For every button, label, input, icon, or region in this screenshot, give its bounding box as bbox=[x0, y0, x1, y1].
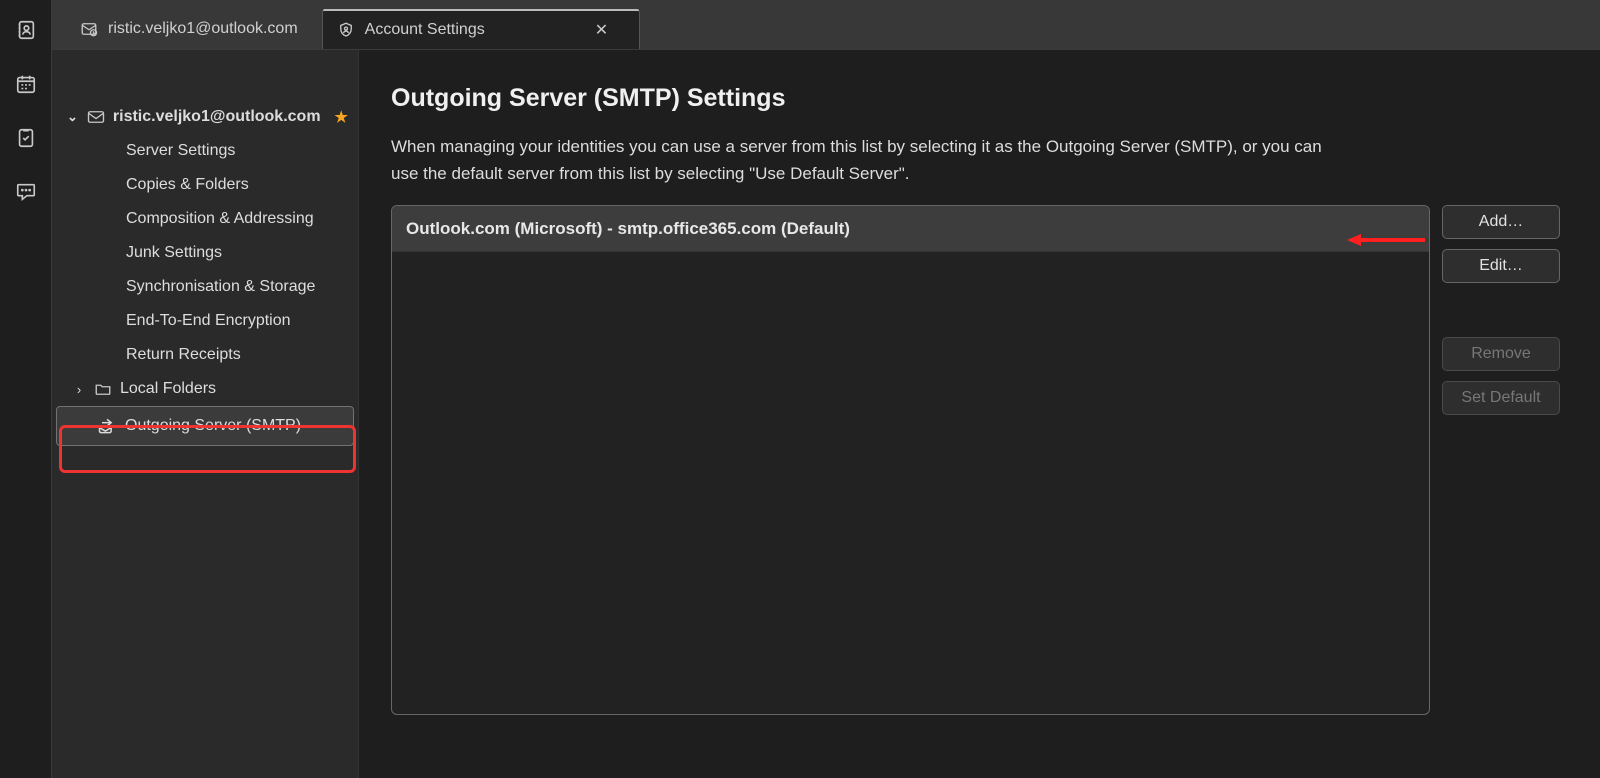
content-row: ⌄ ristic.veljko1@outlook.com ★ Server Se… bbox=[52, 50, 1600, 778]
tree-account-label: ristic.veljko1@outlook.com bbox=[113, 108, 321, 126]
calendar-icon[interactable] bbox=[14, 72, 38, 96]
button-label: Edit… bbox=[1479, 257, 1523, 275]
tree-item-outgoing-smtp[interactable]: Outgoing Server (SMTP) bbox=[56, 406, 354, 446]
button-label: Add… bbox=[1479, 213, 1523, 231]
right-pane: ristic.veljko1@outlook.com Account Setti… bbox=[52, 0, 1600, 778]
account-tree: ⌄ ristic.veljko1@outlook.com ★ Server Se… bbox=[52, 100, 358, 446]
mail-account-icon bbox=[87, 110, 105, 124]
button-label: Set Default bbox=[1461, 389, 1540, 407]
tree-item-label: Server Settings bbox=[126, 142, 235, 160]
address-book-icon[interactable] bbox=[14, 18, 38, 42]
button-spacer bbox=[1442, 293, 1560, 327]
app-root: ristic.veljko1@outlook.com Account Setti… bbox=[0, 0, 1600, 778]
spaces-toolbar bbox=[0, 0, 52, 778]
button-label: Remove bbox=[1471, 345, 1531, 363]
chevron-right-icon: › bbox=[72, 382, 86, 397]
page-title: Outgoing Server (SMTP) Settings bbox=[391, 84, 1560, 113]
tree-account-root[interactable]: ⌄ ristic.veljko1@outlook.com ★ bbox=[52, 100, 358, 134]
edit-button[interactable]: Edit… bbox=[1442, 249, 1560, 283]
tab-settings-label: Account Settings bbox=[365, 21, 485, 39]
account-tree-sidebar: ⌄ ristic.veljko1@outlook.com ★ Server Se… bbox=[52, 50, 359, 778]
tree-item-sync-storage[interactable]: Synchronisation & Storage bbox=[52, 270, 358, 304]
smtp-button-column: Add… Edit… Remove Set Default bbox=[1442, 205, 1560, 715]
tab-strip: ristic.veljko1@outlook.com Account Setti… bbox=[52, 0, 1600, 50]
tab-mail-account[interactable]: ristic.veljko1@outlook.com bbox=[66, 9, 316, 49]
smtp-server-list[interactable]: Outlook.com (Microsoft) - smtp.office365… bbox=[391, 205, 1430, 715]
tab-close-button[interactable]: ✕ bbox=[595, 20, 608, 40]
default-account-star-icon: ★ bbox=[335, 108, 348, 126]
tree-item-e2e-encryption[interactable]: End-To-End Encryption bbox=[52, 304, 358, 338]
remove-button[interactable]: Remove bbox=[1442, 337, 1560, 371]
outgoing-server-icon bbox=[97, 417, 117, 435]
account-shield-icon bbox=[337, 21, 355, 39]
tab-account-settings[interactable]: Account Settings ✕ bbox=[322, 9, 640, 49]
mail-account-icon bbox=[80, 20, 98, 38]
chat-icon[interactable] bbox=[14, 180, 38, 204]
tree-item-local-folders[interactable]: › Local Folders bbox=[52, 372, 358, 406]
tasks-icon[interactable] bbox=[14, 126, 38, 150]
set-default-button[interactable]: Set Default bbox=[1442, 381, 1560, 415]
chevron-down-icon: ⌄ bbox=[66, 109, 79, 125]
tree-item-label: Junk Settings bbox=[126, 244, 222, 262]
tab-mail-label: ristic.veljko1@outlook.com bbox=[108, 20, 298, 38]
tree-item-label: Local Folders bbox=[120, 380, 216, 398]
page-description: When managing your identities you can us… bbox=[391, 133, 1351, 187]
tree-item-copies-folders[interactable]: Copies & Folders bbox=[52, 168, 358, 202]
tree-item-label: Copies & Folders bbox=[126, 176, 249, 194]
tree-item-label: Outgoing Server (SMTP) bbox=[125, 417, 301, 435]
tree-item-composition-addressing[interactable]: Composition & Addressing bbox=[52, 202, 358, 236]
tree-item-label: Composition & Addressing bbox=[126, 210, 314, 228]
tree-item-junk-settings[interactable]: Junk Settings bbox=[52, 236, 358, 270]
add-button[interactable]: Add… bbox=[1442, 205, 1560, 239]
smtp-server-row[interactable]: Outlook.com (Microsoft) - smtp.office365… bbox=[392, 206, 1429, 252]
tree-item-return-receipts[interactable]: Return Receipts bbox=[52, 338, 358, 372]
tree-item-server-settings[interactable]: Server Settings bbox=[52, 134, 358, 168]
tree-item-label: Synchronisation & Storage bbox=[126, 278, 315, 296]
main-panel: Outgoing Server (SMTP) Settings When man… bbox=[359, 50, 1600, 778]
tree-item-label: End-To-End Encryption bbox=[126, 312, 291, 330]
folder-icon bbox=[94, 382, 112, 396]
smtp-server-label: Outlook.com (Microsoft) - smtp.office365… bbox=[406, 219, 850, 239]
smtp-pane-row: Outlook.com (Microsoft) - smtp.office365… bbox=[391, 205, 1560, 715]
tree-item-label: Return Receipts bbox=[126, 346, 241, 364]
